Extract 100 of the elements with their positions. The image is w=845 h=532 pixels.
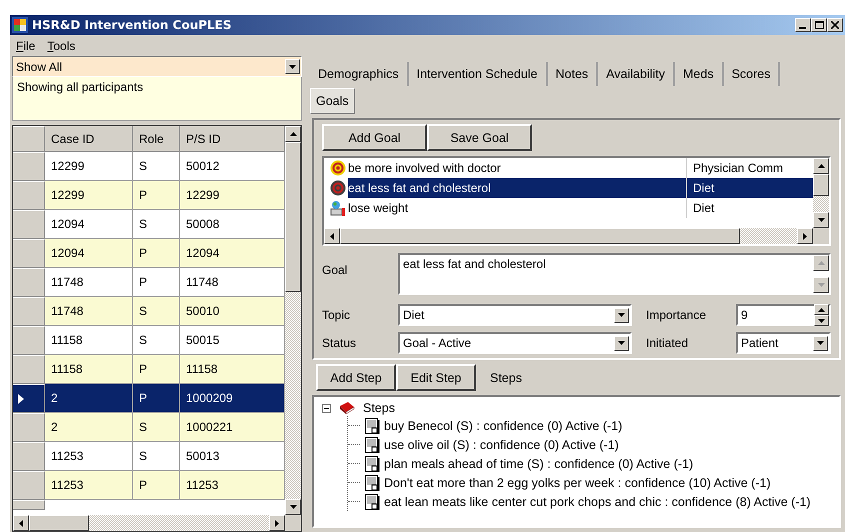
- table-cell: 50010: [180, 297, 285, 326]
- caret-down-icon: [289, 64, 296, 68]
- goal-text-field[interactable]: eat less fat and cholesterol: [398, 253, 831, 295]
- table-cell: 1000221: [180, 413, 285, 442]
- horizontal-scrollbar[interactable]: [13, 515, 301, 531]
- scroll-thumb[interactable]: [285, 142, 301, 292]
- tree-item[interactable]: Steps: [363, 401, 395, 415]
- table-cell: 11158: [45, 355, 133, 384]
- field-label: Initiated: [645, 336, 690, 350]
- status-dropdown[interactable]: Goal - Active: [398, 332, 632, 354]
- column-header[interactable]: Role: [133, 126, 180, 152]
- scroll-arrow-button[interactable]: [813, 277, 829, 293]
- document-icon: [364, 416, 380, 434]
- scroll-arrow-button[interactable]: [13, 515, 29, 531]
- caret-down-icon: [817, 341, 824, 345]
- tab[interactable]: Meds: [675, 62, 724, 86]
- dropdown-button[interactable]: [285, 59, 300, 74]
- table-cell: 2: [45, 384, 133, 413]
- table-cell: 12299: [45, 181, 133, 210]
- step-button[interactable]: Edit Step: [396, 364, 476, 391]
- step-button[interactable]: Add Step: [316, 364, 396, 391]
- scroll-arrow-button[interactable]: [813, 255, 829, 271]
- tree-item[interactable]: buy Benecol (S) : confidence (0) Active (-1): [384, 418, 622, 432]
- minus-icon: [324, 406, 329, 410]
- field-label: Importance: [645, 308, 708, 322]
- minimize-button[interactable]: [795, 18, 811, 32]
- close-button[interactable]: [827, 18, 843, 32]
- caret-down-icon: [818, 283, 824, 287]
- field-label: Topic: [322, 308, 352, 322]
- scroll-arrow-button[interactable]: [285, 499, 301, 515]
- caret-down-icon: [290, 505, 296, 509]
- filter-dropdown[interactable]: Show All: [12, 56, 302, 77]
- table-cell: S: [133, 413, 180, 442]
- scroll-arrow-button[interactable]: [269, 515, 285, 531]
- scroll-arrow-button[interactable]: [813, 158, 829, 174]
- dropdown-button[interactable]: [813, 336, 828, 350]
- tree-item[interactable]: plan meals ahead of time (S) : confidence (0) Active (-1): [384, 456, 694, 470]
- tab[interactable]: Demographics: [310, 62, 409, 86]
- dropdown-button[interactable]: [614, 308, 629, 322]
- scroll-thumb[interactable]: [813, 174, 829, 196]
- table-cell: 1000209: [180, 384, 285, 413]
- table-cell: 12094: [45, 239, 133, 268]
- section-label: Steps: [490, 370, 522, 384]
- tab[interactable]: Scores: [724, 62, 780, 86]
- table-cell: 11253: [180, 471, 285, 500]
- field-label: Goal: [322, 262, 348, 277]
- goal-button[interactable]: Save Goal: [427, 124, 532, 151]
- caret-left-icon: [19, 520, 23, 526]
- document-icon: [364, 474, 380, 492]
- maximize-icon: [814, 21, 824, 29]
- tab[interactable]: Notes: [548, 62, 598, 86]
- scroll-arrow-button[interactable]: [797, 228, 813, 244]
- book-icon: [339, 401, 355, 415]
- scroll-arrow-button[interactable]: [814, 304, 829, 315]
- table-cell: 11158: [180, 355, 285, 384]
- table-cell: P: [133, 355, 180, 384]
- menu-item[interactable]: File: [16, 39, 36, 53]
- dropdown-button[interactable]: [614, 336, 629, 350]
- tab[interactable]: Goals: [310, 88, 355, 114]
- goal-button[interactable]: Add Goal: [322, 124, 427, 151]
- vertical-scrollbar[interactable]: [285, 126, 301, 515]
- horizontal-scrollbar[interactable]: [324, 228, 829, 244]
- scroll-track: [813, 196, 829, 212]
- vertical-scrollbar[interactable]: [813, 158, 829, 228]
- filter-description: Showing all participants: [12, 77, 302, 121]
- target-icon: [330, 160, 346, 176]
- scroll-arrow-button[interactable]: [324, 228, 340, 244]
- table-cell: P: [133, 181, 180, 210]
- initiated-dropdown[interactable]: Patient: [736, 332, 831, 354]
- table-cell: 2: [45, 413, 133, 442]
- table-cell: 12094: [180, 239, 285, 268]
- caret-down-icon: [618, 341, 625, 345]
- topic-dropdown[interactable]: Diet: [398, 304, 632, 326]
- collapse-toggle[interactable]: [322, 404, 331, 412]
- tab[interactable]: Availability: [598, 62, 675, 86]
- target-icon: [330, 180, 346, 196]
- document-icon: [364, 492, 380, 510]
- tree-item[interactable]: Don't eat more than 2 egg yolks per week : confidence (10) Active (-1): [384, 476, 771, 490]
- row-header: [13, 126, 45, 152]
- scrollbar-corner: [813, 228, 829, 244]
- scroll-arrow-button[interactable]: [814, 315, 829, 326]
- table-cell: P: [133, 384, 180, 413]
- caret-up-icon: [818, 261, 824, 265]
- table-cell: P: [133, 471, 180, 500]
- menu-item[interactable]: Tools: [47, 39, 76, 53]
- scroll-arrow-button[interactable]: [285, 126, 301, 142]
- scroll-thumb[interactable]: [340, 228, 740, 244]
- column-header[interactable]: Case ID: [45, 126, 133, 152]
- table-cell: 11253: [45, 471, 133, 500]
- scroll-thumb[interactable]: [29, 515, 89, 531]
- maximize-button[interactable]: [811, 18, 827, 32]
- importance-spinner[interactable]: 9: [736, 304, 831, 326]
- scroll-arrow-button[interactable]: [813, 212, 829, 228]
- tree-item[interactable]: eat lean meats like center cut pork chops and chic : confidence (8) Active (-1): [384, 494, 811, 508]
- goal-row[interactable]: lose weight Diet: [324, 198, 813, 218]
- tree-item[interactable]: use olive oil (S) : confidence (0) Active (-1): [384, 438, 619, 452]
- tab[interactable]: Intervention Schedule: [408, 62, 548, 86]
- row-header[interactable]: [13, 384, 45, 413]
- caret-up-icon: [818, 164, 824, 168]
- column-header[interactable]: P/S ID: [180, 126, 285, 152]
